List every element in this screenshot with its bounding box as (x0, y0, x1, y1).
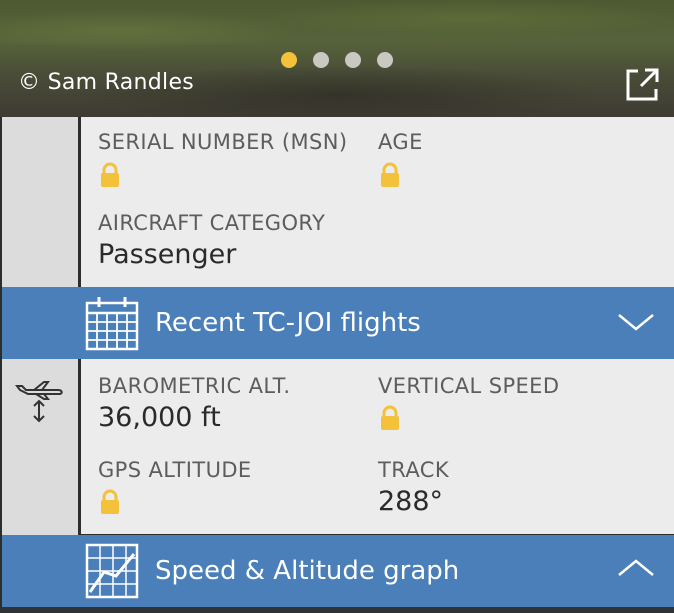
speed-altitude-graph-bar[interactable]: Speed & Altitude graph (2, 535, 674, 607)
age-label: AGE (378, 130, 423, 154)
barometric-alt-value: 36,000 ft (98, 402, 221, 433)
aircraft-photo[interactable]: © Sam Randles (0, 0, 674, 117)
carousel-dots (281, 52, 393, 68)
vertical-speed-label: VERTICAL SPEED (378, 374, 560, 398)
carousel-dot[interactable] (313, 52, 329, 68)
recent-flights-title: Recent TC-JOI flights (155, 308, 421, 338)
photo-credit: © Sam Randles (18, 70, 195, 95)
flight-data-panel: BAROMETRIC ALT. 36,000 ft VERTICAL SPEED… (81, 359, 674, 534)
speed-altitude-graph-title: Speed & Altitude graph (155, 556, 460, 586)
lock-icon[interactable] (379, 405, 401, 431)
lock-icon[interactable] (99, 162, 121, 188)
track-label: TRACK (378, 458, 449, 482)
carousel-dot[interactable] (281, 52, 297, 68)
carousel-dot[interactable] (377, 52, 393, 68)
lock-icon[interactable] (99, 489, 121, 515)
plane-altitude-icon (15, 381, 63, 423)
chevron-up-icon[interactable] (616, 557, 656, 579)
calendar-icon (85, 297, 139, 351)
aircraft-category-label: AIRCRAFT CATEGORY (98, 211, 326, 235)
recent-flights-bar[interactable]: Recent TC-JOI flights (2, 287, 674, 359)
external-link-icon[interactable] (624, 67, 660, 103)
track-value: 288° (378, 486, 444, 517)
aircraft-info-panel: SERIAL NUMBER (MSN) AGE AIRCRAFT CATEGOR… (81, 117, 674, 287)
gps-altitude-label: GPS ALTITUDE (98, 458, 252, 482)
aircraft-category-value: Passenger (98, 239, 237, 270)
carousel-dot[interactable] (345, 52, 361, 68)
barometric-alt-label: BAROMETRIC ALT. (98, 374, 291, 398)
graph-icon (85, 543, 139, 599)
chevron-down-icon[interactable] (616, 311, 656, 333)
bottom-edge (0, 607, 674, 613)
side-gutter (2, 117, 78, 607)
serial-number-label: SERIAL NUMBER (MSN) (98, 130, 348, 154)
lock-icon[interactable] (379, 162, 401, 188)
